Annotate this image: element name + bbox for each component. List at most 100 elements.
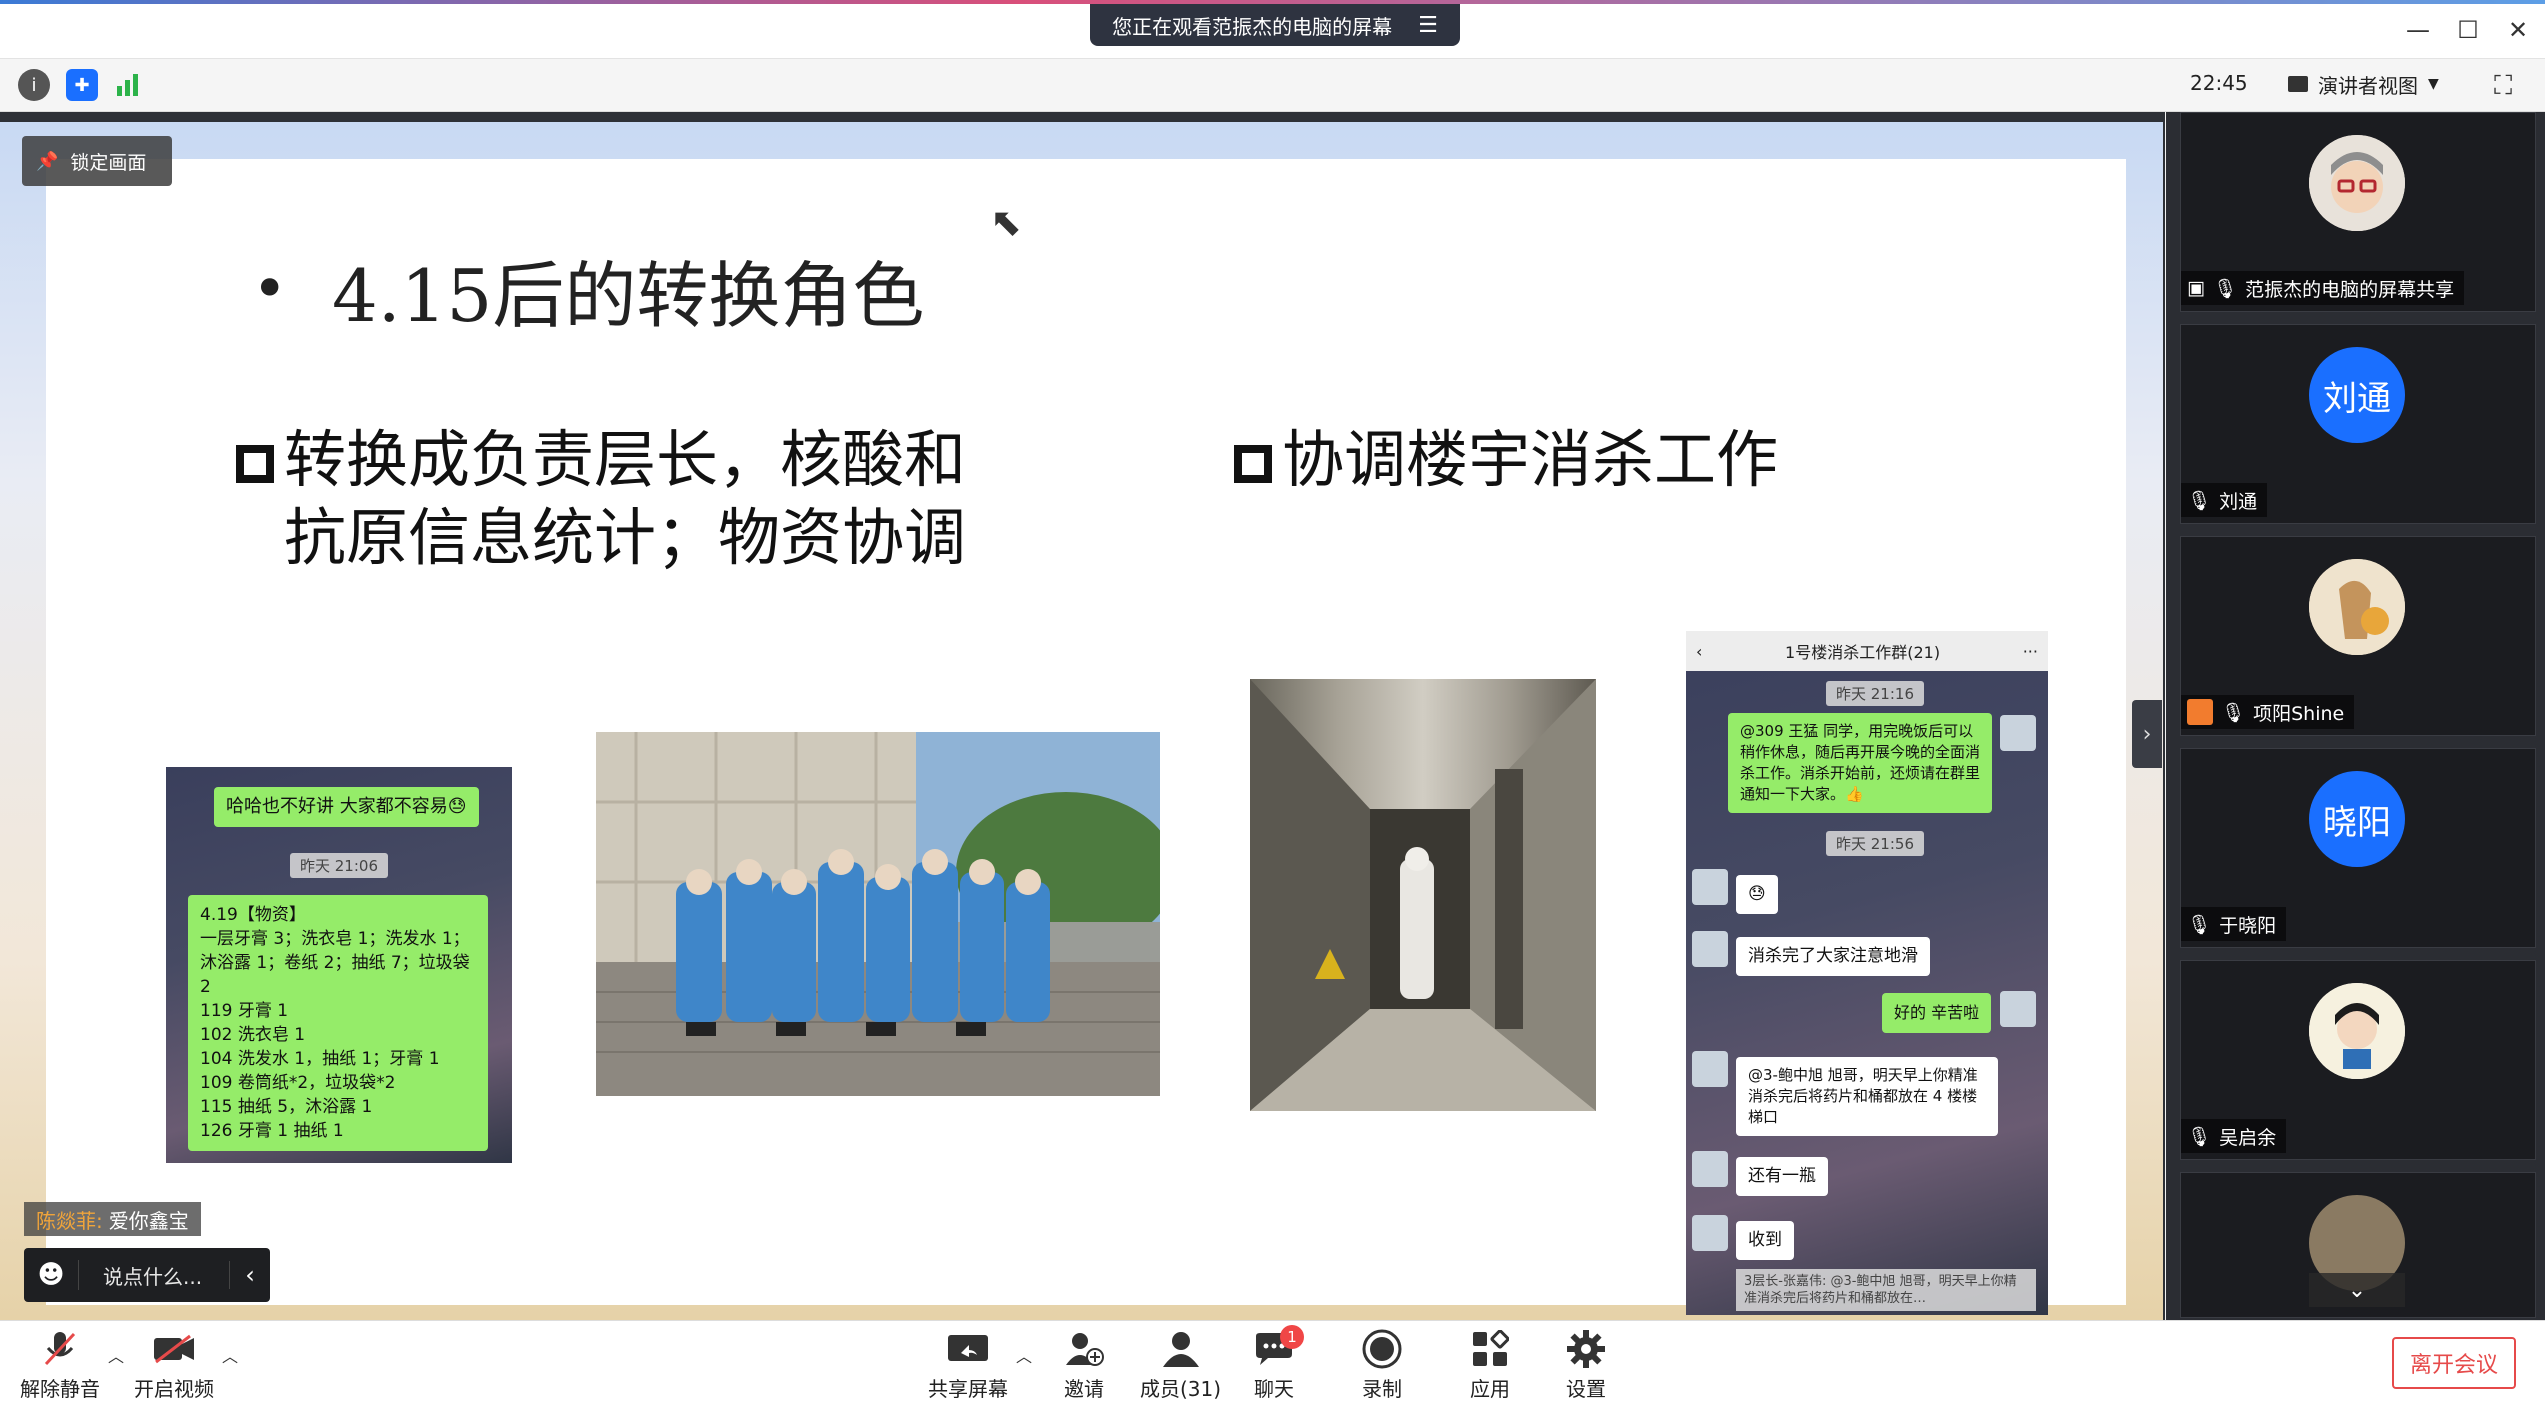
members-button[interactable]: 成员(31): [1140, 1329, 1221, 1402]
avatar: [1692, 931, 1728, 967]
title-bar: 您正在观看范振杰的电脑的屏幕 ☰ — ☐ ✕: [0, 0, 2545, 59]
participant-tile[interactable]: 晓阳 🎙 于晓阳: [2180, 748, 2536, 948]
apps-label: 应用: [1470, 1377, 1510, 1401]
share-screen-button[interactable]: 共享屏幕: [928, 1329, 1008, 1402]
chat-bubble: 还有一瓶: [1736, 1157, 1828, 1196]
chat-input-bar[interactable]: ☻ 说点什么... ‹: [24, 1248, 270, 1302]
chat-unread-badge: 1: [1280, 1325, 1304, 1349]
team-group-photo: [596, 732, 1160, 1096]
chat-input-placeholder[interactable]: 说点什么...: [79, 1261, 229, 1290]
chat-message: 爱你鑫宝: [108, 1208, 189, 1233]
info-icon[interactable]: i: [18, 69, 50, 101]
leave-meeting-button[interactable]: 离开会议: [2392, 1337, 2516, 1389]
chat-bubble: 😓: [1736, 875, 1778, 914]
chat-bubble: 哈哈也不好讲 大家都不容易😓: [214, 787, 479, 827]
chevron-up-icon[interactable]: ︿: [222, 1343, 238, 1367]
emoji-icon[interactable]: ☻: [24, 1260, 79, 1290]
avatar: [1692, 1051, 1728, 1087]
screen-share-icon: ▣: [2187, 277, 2205, 299]
participant-sidebar: ▣ 🎙 范振杰的电脑的屏幕共享 刘通 🎙 刘通 🎙 项阳Shine 晓阳 🎙 于…: [2166, 112, 2545, 1320]
security-shield-icon[interactable]: ✚: [66, 69, 98, 101]
chat-overlay-message: 陈燚菲: 爱你鑫宝: [24, 1202, 201, 1236]
supply-line: 104 洗发水 1，抽纸 1；牙膏 1: [200, 1049, 440, 1069]
meeting-control-bar: 解除静音 ︿ 开启视频 ︿ 共享屏幕 ︿ 邀请 成员(31) 1 聊天 录制 应…: [0, 1320, 2545, 1407]
members-label: 成员(31): [1140, 1377, 1222, 1401]
left-point-line1: 转换成负责层长，核酸和: [284, 423, 967, 496]
signal-bars-icon[interactable]: [112, 69, 144, 101]
participant-name: 吴启余: [2219, 1126, 2277, 1149]
supply-line: 一层牙膏 3；洗衣皂 1；洗发水 1；: [200, 929, 470, 949]
chat-bubble: @3-鲍中旭 旭哥，明天早上你精准消杀完后将药片和桶都放在 4 楼楼梯口: [1736, 1057, 1998, 1136]
supply-line: 119 牙膏 1: [200, 1001, 289, 1021]
chat-button[interactable]: 1 聊天: [1252, 1325, 1304, 1402]
supply-line: 109 卷筒纸*2，垃圾袋*2: [200, 1073, 396, 1093]
presenter-view-label: 演讲者视图: [2318, 73, 2418, 98]
meeting-clock: 22:45: [2190, 71, 2248, 95]
chat-collapse-button[interactable]: ‹: [229, 1261, 270, 1289]
lock-screen-label: 锁定画面: [70, 151, 147, 174]
more-icon: ···: [2022, 641, 2038, 661]
unmute-button[interactable]: 解除静音: [20, 1329, 100, 1402]
participant-tile[interactable]: 🎙 吴启余: [2180, 960, 2536, 1160]
camera-off-icon: [152, 1329, 196, 1369]
maximize-button[interactable]: ☐: [2448, 10, 2488, 50]
supply-line: 4.19【物资】: [200, 905, 306, 925]
chevron-up-icon[interactable]: ︿: [1016, 1343, 1032, 1367]
supply-line: 沐浴露 1；卷纸 2；抽纸 7；垃圾袋: [200, 953, 470, 973]
apps-button[interactable]: 应用: [1468, 1329, 1512, 1402]
mic-muted-icon: 🎙: [2187, 1125, 2212, 1148]
settings-button[interactable]: 设置: [1564, 1329, 1608, 1402]
mic-muted-icon: 🎙: [2212, 277, 2238, 300]
screen-share-banner[interactable]: 您正在观看范振杰的电脑的屏幕 ☰: [1090, 4, 1460, 46]
chat-bubble: 好的 辛苦啦: [1882, 993, 1992, 1033]
avatar: [2000, 715, 2036, 751]
left-point-line2: 抗原信息统计；物资协调: [284, 501, 967, 574]
avatar: [2309, 559, 2405, 655]
mic-muted-icon: [38, 1329, 82, 1369]
chat-sender: 陈燚菲:: [36, 1208, 103, 1233]
supply-list-bubble: 4.19【物资】 一层牙膏 3；洗衣皂 1；洗发水 1； 沐浴露 1；卷纸 2；…: [188, 895, 488, 1151]
mic-muted-icon: 🎙: [2187, 913, 2212, 936]
avatar-thumb-icon: [2187, 699, 2213, 725]
title-bullet: •: [252, 254, 288, 324]
minimize-button[interactable]: —: [2398, 10, 2438, 50]
close-button[interactable]: ✕: [2498, 10, 2538, 50]
participant-tile[interactable]: 🎙 项阳Shine: [2180, 536, 2536, 736]
participant-tile[interactable]: ▣ 🎙 范振杰的电脑的屏幕共享: [2180, 112, 2536, 312]
apps-grid-icon: [1468, 1329, 1512, 1369]
presenter-view-icon: [2288, 76, 2308, 92]
invite-button[interactable]: 邀请: [1062, 1329, 1106, 1402]
participant-tile[interactable]: 刘通 🎙 刘通: [2180, 324, 2536, 524]
chat-icon: 1: [1252, 1325, 1304, 1369]
back-arrow-icon: ‹: [1696, 641, 1703, 661]
share-screen-icon: [946, 1329, 990, 1369]
disinfection-group-chat-screenshot: ‹ 1号楼消杀工作群(21) ··· 昨天 21:16 @309 王猛 同学，用…: [1686, 631, 2048, 1315]
avatar: [1692, 1151, 1728, 1187]
avatar: [2000, 991, 2036, 1027]
presentation-slide: • 4.15后的转换角色 转换成负责层长，核酸和 抗原信息统计；物资协调 协调楼…: [46, 159, 2126, 1315]
scroll-down-button[interactable]: ⌄: [2309, 1273, 2405, 1307]
right-bullet-point: 协调楼宇消杀工作: [1234, 421, 1778, 499]
record-button[interactable]: 录制: [1360, 1329, 1404, 1402]
fullscreen-icon[interactable]: ⛶: [2494, 71, 2512, 102]
chat-bubble: 收到: [1736, 1221, 1794, 1260]
supply-line: 2: [200, 977, 211, 997]
start-video-button[interactable]: 开启视频: [134, 1329, 214, 1402]
mic-muted-icon: 🎙: [2221, 701, 2246, 724]
chevron-up-icon[interactable]: ︿: [108, 1343, 124, 1367]
settings-label: 设置: [1566, 1377, 1606, 1401]
lock-screen-button[interactable]: 📌 锁定画面: [22, 136, 172, 186]
shared-screen-stage: • 4.15后的转换角色 转换成负责层长，核酸和 抗原信息统计；物资协调 协调楼…: [0, 112, 2165, 1320]
presenter-view-dropdown[interactable]: 演讲者视图 ▼: [2288, 67, 2439, 101]
sidebar-collapse-button[interactable]: ›: [2132, 700, 2162, 768]
left-bullet-point: 转换成负责层长，核酸和 抗原信息统计；物资协调: [236, 421, 966, 577]
supply-line: 126 牙膏 1 抽纸 1: [200, 1121, 344, 1141]
unmute-label: 解除静音: [20, 1377, 100, 1401]
group-chat-title: 1号楼消杀工作群(21): [1785, 643, 1941, 662]
participant-label: 🎙 刘通: [2181, 483, 2268, 517]
participant-tile[interactable]: ⌄: [2180, 1172, 2536, 1318]
banner-menu-icon[interactable]: ☰: [1418, 13, 1438, 38]
chevron-down-icon: ▼: [2428, 76, 2439, 92]
chat-bubble: @309 王猛 同学，用完晚饭后可以稍作休息，随后再开展今晚的全面消杀工作。消杀…: [1728, 713, 1992, 813]
chat-bubble: 消杀完了大家注意地滑: [1736, 937, 1930, 976]
